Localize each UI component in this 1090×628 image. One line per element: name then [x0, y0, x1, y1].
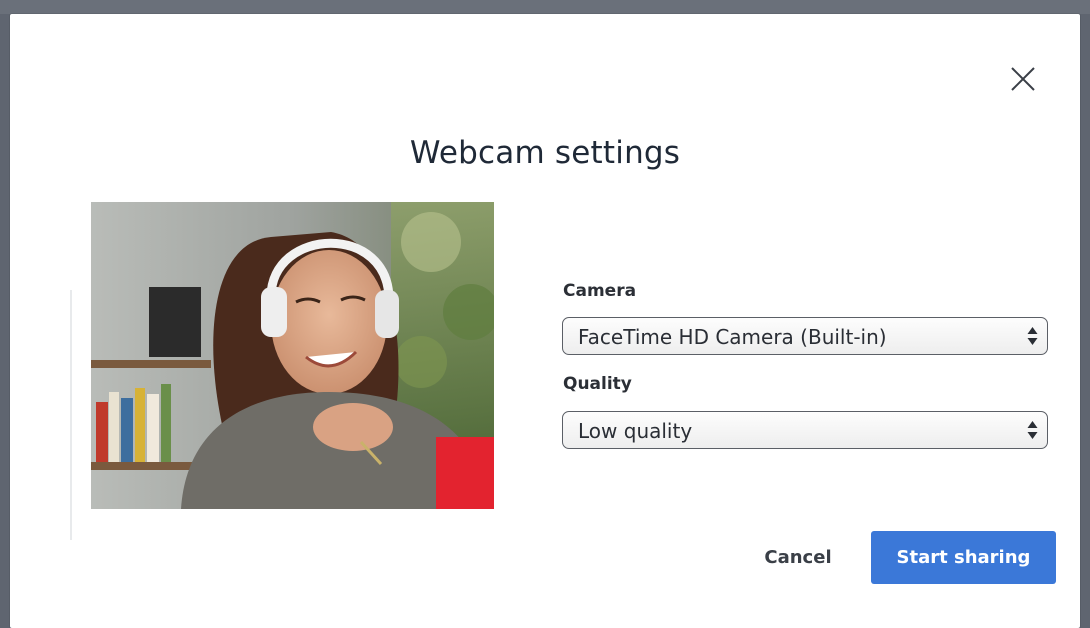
camera-select-value: FaceTime HD Camera (Built-in)	[578, 325, 887, 349]
dialog-title: Webcam settings	[409, 135, 681, 171]
cancel-button[interactable]: Cancel	[752, 531, 844, 583]
quality-select[interactable]: Low quality	[562, 411, 1048, 449]
webcam-preview-image	[91, 202, 494, 509]
backdrop	[0, 0, 1090, 14]
start-sharing-button[interactable]: Start sharing	[871, 531, 1056, 584]
divider	[70, 290, 72, 540]
quality-label: Quality	[563, 374, 632, 394]
camera-select[interactable]: FaceTime HD Camera (Built-in)	[562, 317, 1048, 355]
camera-label: Camera	[563, 281, 637, 301]
webcam-preview	[91, 202, 494, 509]
close-icon	[1011, 67, 1035, 91]
close-button[interactable]	[1004, 60, 1040, 96]
select-arrows-icon	[1027, 421, 1038, 439]
select-arrows-icon	[1027, 327, 1038, 345]
quality-select-value: Low quality	[578, 419, 693, 443]
